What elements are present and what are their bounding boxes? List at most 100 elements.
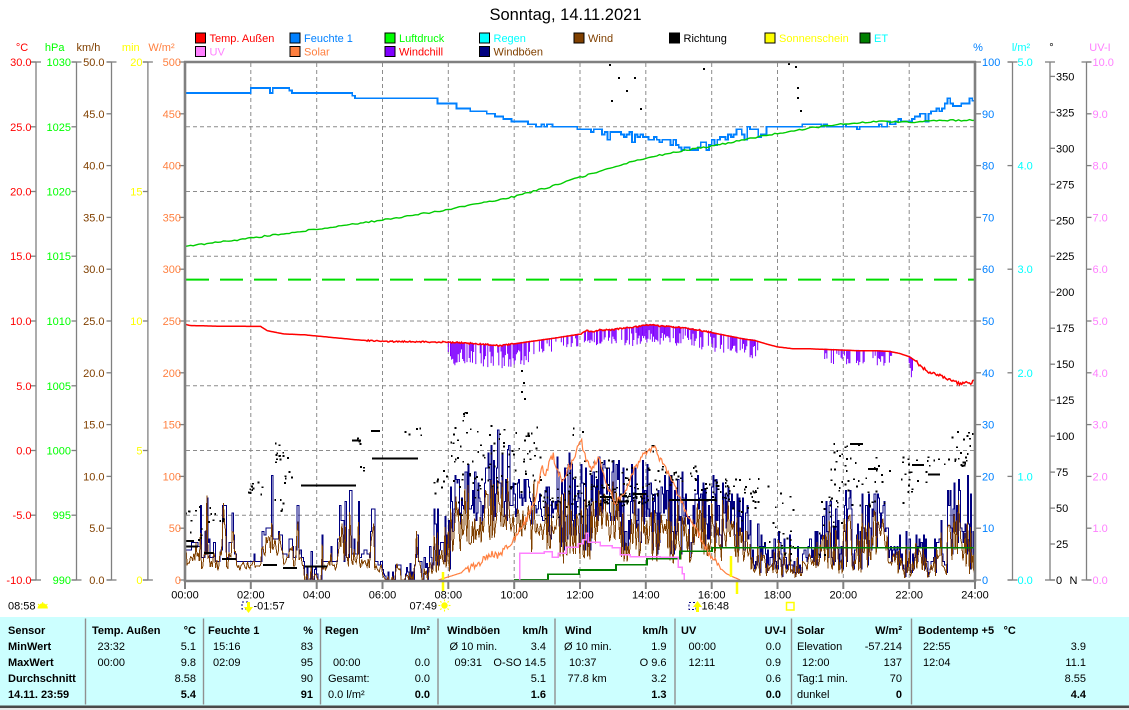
svg-text:Ø 10 min.: Ø 10 min. xyxy=(450,641,498,653)
svg-text:-57.214: -57.214 xyxy=(865,641,902,653)
svg-text:3.4: 3.4 xyxy=(531,641,546,653)
svg-text:100: 100 xyxy=(982,57,1000,69)
svg-text:km/h: km/h xyxy=(642,625,668,637)
svg-text:5.1: 5.1 xyxy=(181,641,196,653)
svg-text:°C: °C xyxy=(1004,625,1016,637)
svg-text:25.0: 25.0 xyxy=(83,316,104,328)
svg-text:-01:57: -01:57 xyxy=(254,601,285,613)
svg-text:W/m²: W/m² xyxy=(875,625,902,637)
svg-text:Sonntag, 14.11.2021: Sonntag, 14.11.2021 xyxy=(490,6,642,24)
svg-text:O-SO 14.5: O-SO 14.5 xyxy=(493,657,546,669)
svg-text:1.9: 1.9 xyxy=(651,641,666,653)
svg-text:137: 137 xyxy=(884,657,902,669)
svg-text:100: 100 xyxy=(163,471,181,483)
svg-text:10:37: 10:37 xyxy=(569,657,597,669)
svg-text:22:55: 22:55 xyxy=(923,641,951,653)
svg-text:275: 275 xyxy=(1056,179,1074,191)
svg-text:04:00: 04:00 xyxy=(303,590,331,602)
svg-text:0.0: 0.0 xyxy=(415,657,430,669)
svg-text:90: 90 xyxy=(301,673,313,685)
svg-text:8.58: 8.58 xyxy=(175,673,196,685)
svg-text:2.0: 2.0 xyxy=(1018,368,1033,380)
svg-text:3.0: 3.0 xyxy=(1018,264,1033,276)
svg-text:Windböen: Windböen xyxy=(494,47,544,59)
svg-text:°C: °C xyxy=(16,42,28,54)
svg-text:5.1: 5.1 xyxy=(531,673,546,685)
svg-text:Solar: Solar xyxy=(304,47,330,59)
svg-text:0.0: 0.0 xyxy=(415,673,430,685)
svg-text:0.9: 0.9 xyxy=(766,657,781,669)
svg-text:400: 400 xyxy=(163,161,181,173)
svg-text:50.0: 50.0 xyxy=(83,57,104,69)
svg-text:00:00: 00:00 xyxy=(333,657,361,669)
svg-text:1025: 1025 xyxy=(47,122,71,134)
svg-text:70: 70 xyxy=(890,673,902,685)
svg-text:225: 225 xyxy=(1056,251,1074,263)
svg-text:4.4: 4.4 xyxy=(1071,689,1087,701)
svg-text:12:11: 12:11 xyxy=(689,657,716,669)
svg-text:1020: 1020 xyxy=(47,187,71,199)
svg-text:Sensor: Sensor xyxy=(8,625,46,637)
svg-text:12:00: 12:00 xyxy=(566,590,594,602)
svg-text:-10.0: -10.0 xyxy=(6,575,31,587)
svg-text:Regen: Regen xyxy=(325,625,359,637)
svg-text:20: 20 xyxy=(982,471,994,483)
svg-text:150: 150 xyxy=(163,420,181,432)
svg-text:20.0: 20.0 xyxy=(10,187,31,199)
svg-text:45.0: 45.0 xyxy=(83,109,104,121)
svg-text:N: N xyxy=(1070,575,1078,587)
svg-text:1005: 1005 xyxy=(47,381,71,393)
svg-text:km/h: km/h xyxy=(522,625,548,637)
svg-text:UV: UV xyxy=(210,47,226,59)
svg-text:Solar: Solar xyxy=(797,625,825,637)
svg-text:Temp. Außen: Temp. Außen xyxy=(210,33,275,45)
svg-text:125: 125 xyxy=(1056,395,1074,407)
svg-text:450: 450 xyxy=(163,109,181,121)
svg-text:300: 300 xyxy=(163,264,181,276)
svg-text:Wind: Wind xyxy=(565,625,592,637)
svg-text:40.0: 40.0 xyxy=(83,161,104,173)
svg-text:12:04: 12:04 xyxy=(923,657,951,669)
svg-text:0.0: 0.0 xyxy=(89,575,104,587)
svg-text:325: 325 xyxy=(1056,107,1074,119)
svg-text:08:00: 08:00 xyxy=(435,590,463,602)
svg-text:1.0: 1.0 xyxy=(1018,471,1033,483)
svg-text:Windböen: Windböen xyxy=(447,625,500,637)
svg-text:6.0: 6.0 xyxy=(1093,264,1108,276)
svg-text:5: 5 xyxy=(136,446,142,458)
svg-text:%: % xyxy=(973,42,983,54)
svg-text:5.0: 5.0 xyxy=(16,381,31,393)
svg-text:200: 200 xyxy=(163,368,181,380)
svg-text:14.11. 23:59: 14.11. 23:59 xyxy=(8,689,69,701)
svg-text:995: 995 xyxy=(53,510,71,522)
svg-text:min: min xyxy=(122,42,140,54)
svg-text:0: 0 xyxy=(982,575,988,587)
svg-text:10:00: 10:00 xyxy=(500,590,528,602)
svg-text:-5.0: -5.0 xyxy=(13,510,32,522)
svg-text:0.0: 0.0 xyxy=(766,641,781,653)
svg-text:1.3: 1.3 xyxy=(651,689,666,701)
svg-text:5.4: 5.4 xyxy=(181,689,197,701)
svg-text:22:00: 22:00 xyxy=(895,590,923,602)
svg-text:%: % xyxy=(303,625,313,637)
svg-text:5.0: 5.0 xyxy=(1018,57,1033,69)
svg-text:2.0: 2.0 xyxy=(1093,471,1108,483)
svg-text:Ø 10 min.: Ø 10 min. xyxy=(564,641,612,653)
svg-text:0.0 l/m²: 0.0 l/m² xyxy=(328,689,365,701)
svg-text:91: 91 xyxy=(301,689,313,701)
svg-text:l/m²: l/m² xyxy=(1012,42,1031,54)
svg-text:ET: ET xyxy=(874,33,888,45)
svg-text:Sonnenschein: Sonnenschein xyxy=(779,33,849,45)
svg-text:00:00: 00:00 xyxy=(98,657,126,669)
svg-text:0.0: 0.0 xyxy=(415,689,430,701)
svg-text:10: 10 xyxy=(982,523,994,535)
svg-text:10: 10 xyxy=(130,316,142,328)
svg-text:Feuchte 1: Feuchte 1 xyxy=(208,625,259,637)
svg-text:30.0: 30.0 xyxy=(83,264,104,276)
svg-text:W/m²: W/m² xyxy=(148,42,175,54)
svg-text:Temp. Außen: Temp. Außen xyxy=(92,625,161,637)
svg-text:16:48: 16:48 xyxy=(702,601,730,613)
svg-text:Richtung: Richtung xyxy=(684,33,727,45)
svg-text:06:00: 06:00 xyxy=(369,590,397,602)
svg-text:80: 80 xyxy=(982,161,994,173)
